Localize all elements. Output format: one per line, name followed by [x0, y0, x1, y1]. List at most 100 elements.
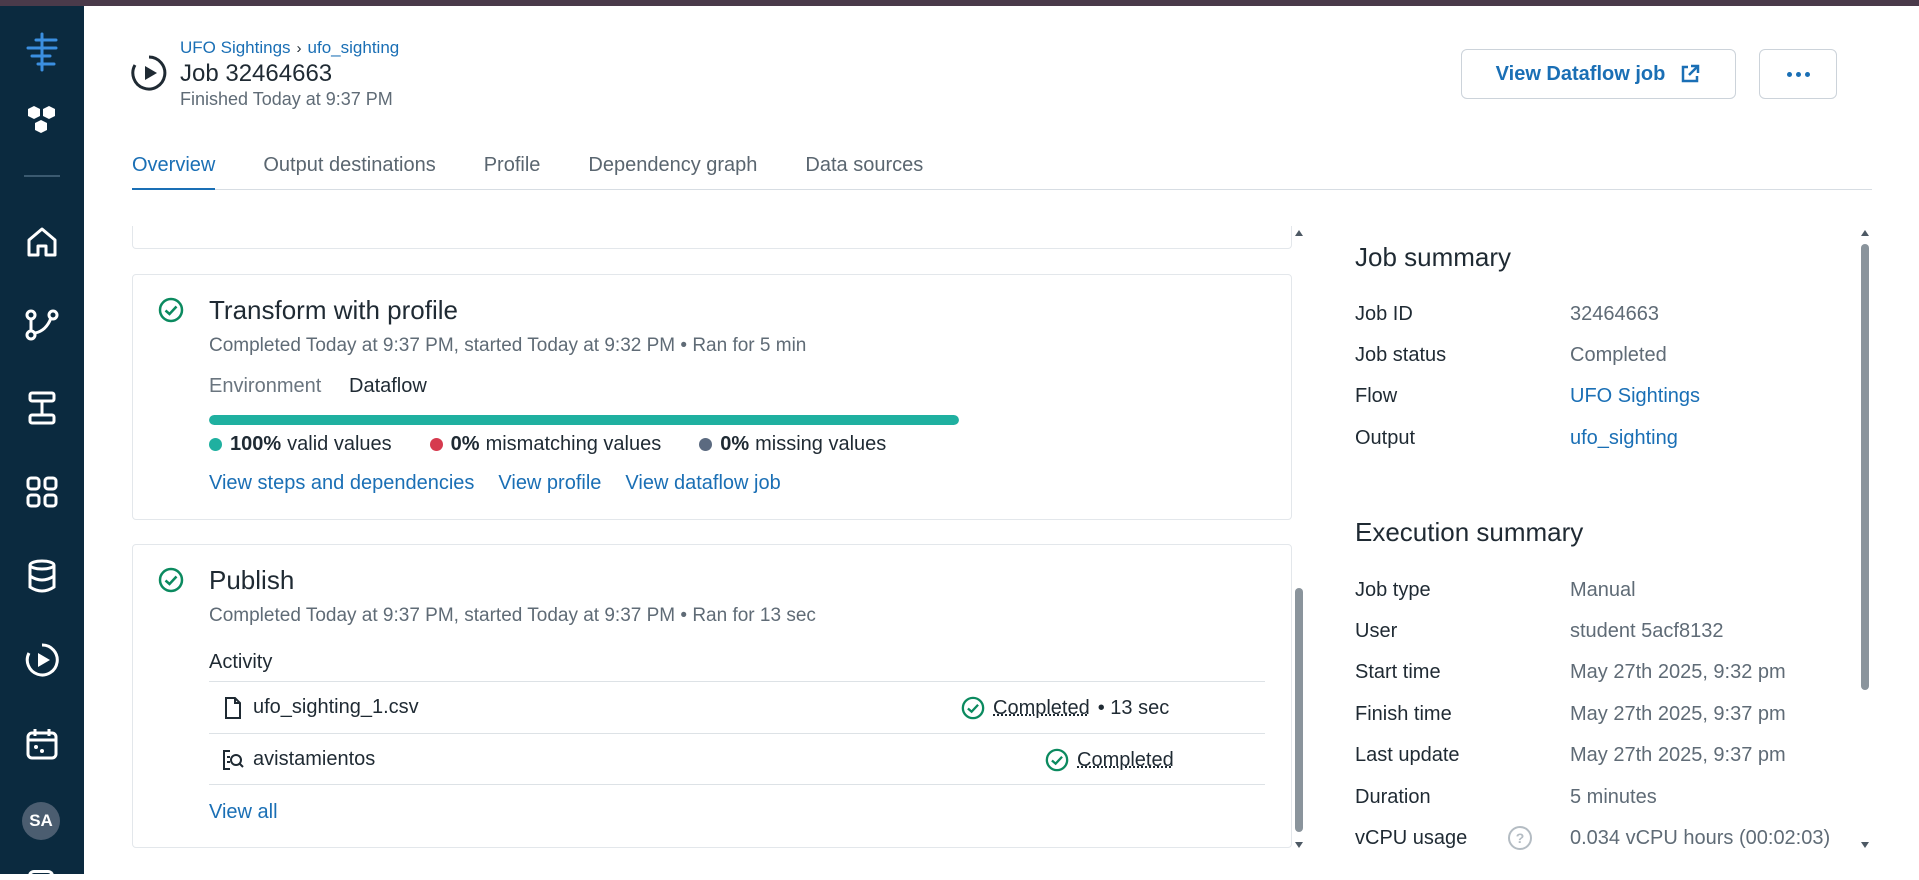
breadcrumb: UFO Sightings › ufo_sighting — [180, 38, 399, 58]
publish-meta: Completed Today at 9:37 PM, started Toda… — [209, 605, 816, 626]
more-dots-icon — [1786, 71, 1792, 77]
job-type-value: Manual — [1570, 579, 1636, 601]
dataset-search-icon — [223, 750, 244, 770]
more-sidebar-icon[interactable] — [28, 870, 54, 880]
scroll-up-arrow-icon[interactable] — [1861, 230, 1869, 236]
view-dataflow-job-button[interactable]: View Dataflow job — [1461, 49, 1736, 99]
flow-link[interactable]: UFO Sightings — [1570, 385, 1700, 408]
breadcrumb-output-link[interactable]: ufo_sighting — [308, 38, 400, 58]
job-status-value: Completed — [1570, 344, 1667, 366]
schedule-calendar-icon[interactable] — [18, 720, 66, 768]
progress-fill — [209, 415, 959, 425]
home-icon[interactable] — [18, 218, 66, 266]
status-text[interactable]: Completed — [1077, 749, 1174, 772]
job-summary-title: Job summary — [1355, 242, 1512, 272]
missing-label: missing values — [755, 433, 887, 455]
activity-label: Activity — [209, 651, 273, 673]
view-all-link[interactable]: View all — [209, 801, 278, 824]
view-steps-link[interactable]: View steps and dependencies — [209, 472, 474, 495]
tab-profile[interactable]: Profile — [484, 152, 541, 190]
activity-status: Completed • 13 sec — [961, 696, 1169, 720]
activity-status: Completed — [1045, 748, 1174, 772]
tab-output-destinations[interactable]: Output destinations — [263, 152, 435, 190]
scroll-down-arrow-icon[interactable] — [1861, 842, 1869, 848]
status-text[interactable]: Completed — [993, 697, 1090, 720]
summary-scrollbar[interactable] — [1858, 228, 1872, 848]
file-icon — [225, 697, 241, 719]
page-title: Job 32464663 — [180, 60, 333, 87]
scroll-up-arrow-icon[interactable] — [1295, 230, 1303, 236]
check-circle-icon — [1045, 748, 1069, 772]
check-circle-icon — [158, 567, 184, 593]
content-scrollbar[interactable] — [1292, 228, 1306, 848]
vcpu-usage-label: vCPU usage — [1355, 827, 1468, 849]
job-run-icon — [130, 54, 168, 92]
execution-summary-title: Execution summary — [1355, 517, 1584, 547]
job-finished-subtitle: Finished Today at 9:37 PM — [180, 89, 393, 109]
job-runs-icon[interactable] — [18, 636, 66, 684]
mismatching-dot-icon — [429, 438, 443, 451]
valid-label: valid values — [287, 433, 392, 455]
transform-card: Transform with profile Completed Today a… — [132, 274, 1292, 520]
view-profile-link[interactable]: View profile — [498, 472, 601, 495]
valid-dot-icon — [209, 438, 222, 451]
job-id-label: Job ID — [1355, 303, 1413, 325]
tab-overview[interactable]: Overview — [132, 152, 216, 190]
tab-data-sources[interactable]: Data sources — [805, 152, 923, 190]
previous-card-stub — [132, 226, 1292, 249]
help-question-icon[interactable]: ? — [1508, 826, 1532, 850]
output-link[interactable]: ufo_sighting — [1570, 427, 1678, 450]
missing-percent: 0% — [720, 433, 750, 455]
activity-name: ufo_sighting_1.csv — [253, 696, 419, 718]
activity-row[interactable]: ufo_sighting_1.csv Completed • 13 sec — [209, 681, 1265, 733]
valid-values-progress-bar — [209, 415, 959, 425]
window-top-bar — [0, 0, 1919, 6]
tab-bar: Overview Output destinations Profile Dep… — [132, 152, 1872, 190]
mismatching-percent: 0% — [450, 433, 480, 455]
breadcrumb-flow-link[interactable]: UFO Sightings — [180, 38, 291, 58]
check-circle-icon — [961, 696, 985, 720]
transform-title: Transform with profile — [209, 295, 458, 325]
last-update-value: May 27th 2025, 9:37 pm — [1570, 744, 1786, 766]
tab-dependency-graph[interactable]: Dependency graph — [588, 152, 757, 190]
valid-percent: 100% — [230, 433, 282, 455]
flows-icon[interactable] — [18, 301, 66, 349]
scrollbar-thumb[interactable] — [1295, 588, 1303, 832]
start-time-value: May 27th 2025, 9:32 pm — [1570, 661, 1786, 683]
user-label: User — [1355, 620, 1398, 642]
activity-duration: • 13 sec — [1097, 696, 1170, 719]
check-circle-icon — [158, 297, 184, 323]
scrollbar-thumb[interactable] — [1861, 244, 1869, 690]
library-grid-icon[interactable] — [18, 468, 66, 516]
flow-label: Flow — [1355, 385, 1398, 407]
duration-label: Duration — [1355, 786, 1431, 808]
user-avatar[interactable]: SA — [22, 802, 60, 840]
database-icon[interactable] — [18, 552, 66, 600]
view-dataflow-job-link[interactable]: View dataflow job — [625, 472, 780, 495]
publish-card: Publish Completed Today at 9:37 PM, star… — [132, 544, 1292, 848]
job-type-label: Job type — [1355, 579, 1431, 601]
sidebar: SA — [0, 6, 84, 880]
breadcrumb-separator: › — [296, 39, 302, 57]
app-logo-icon[interactable] — [18, 28, 66, 76]
jobs-icon[interactable] — [18, 384, 66, 432]
transform-meta: Completed Today at 9:37 PM, started Toda… — [209, 335, 807, 356]
job-status-label: Job status — [1355, 344, 1447, 366]
publish-title: Publish — [209, 565, 295, 595]
more-options-button[interactable] — [1759, 49, 1837, 99]
sidebar-divider — [24, 175, 60, 177]
environment-label: Environment — [209, 375, 322, 397]
transform-links: View steps and dependencies View profile… — [209, 472, 781, 495]
hexagons-icon[interactable] — [18, 96, 66, 144]
user-value: student 5acf8132 — [1570, 620, 1724, 642]
scroll-down-arrow-icon[interactable] — [1295, 842, 1303, 848]
job-id-value: 32464663 — [1570, 303, 1659, 325]
legend-valid: 100% valid values — [209, 433, 392, 456]
environment-value: Dataflow — [349, 375, 427, 397]
output-label: Output — [1355, 427, 1416, 449]
finish-time-label: Finish time — [1355, 703, 1452, 725]
mismatching-label: mismatching values — [485, 433, 662, 455]
missing-dot-icon — [699, 438, 713, 451]
start-time-label: Start time — [1355, 661, 1441, 683]
activity-row[interactable]: avistamientos Completed — [209, 733, 1265, 785]
